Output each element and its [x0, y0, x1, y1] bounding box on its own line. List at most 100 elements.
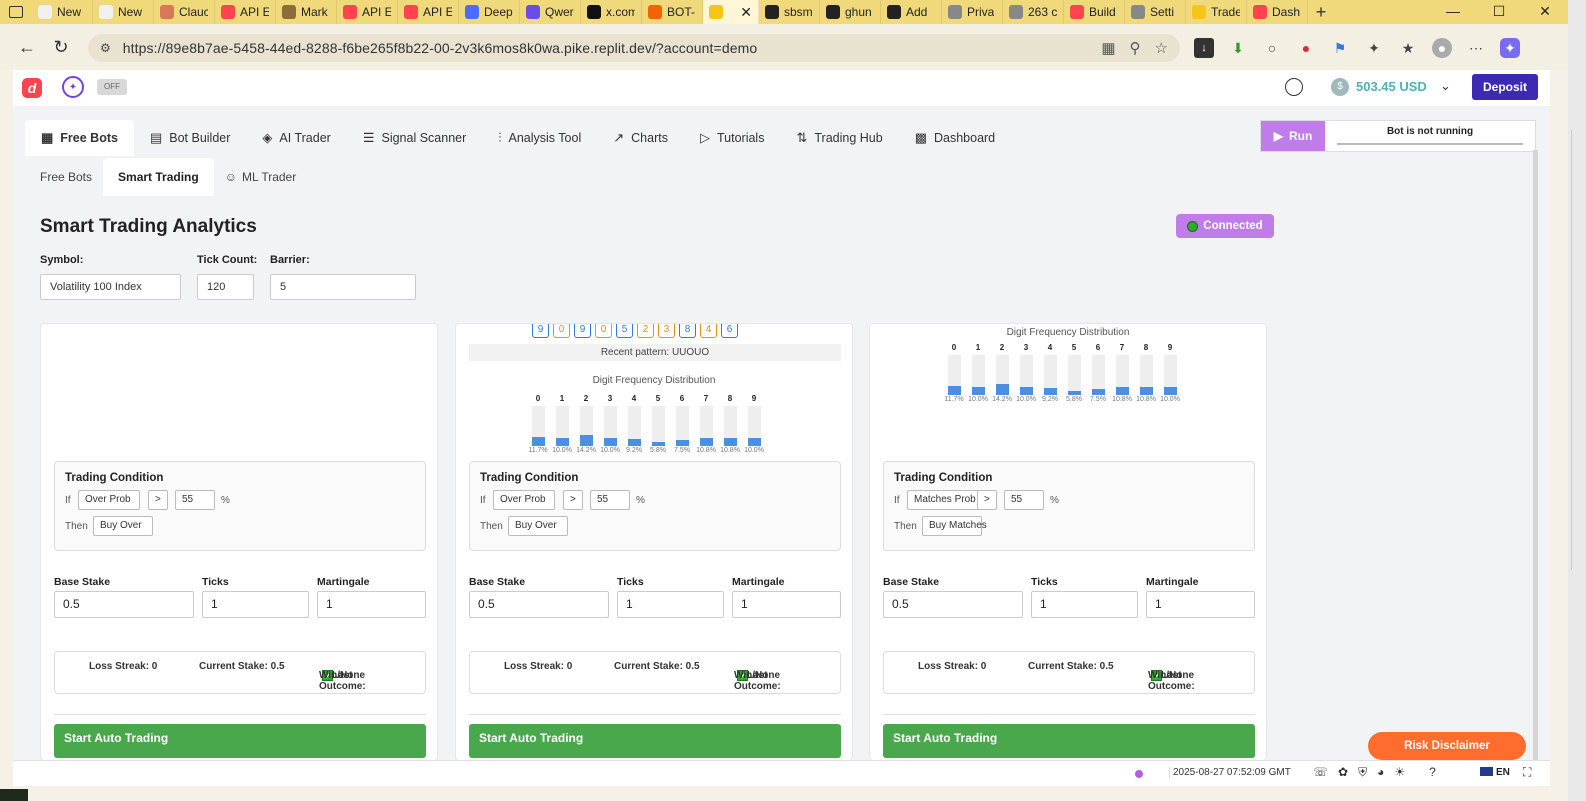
maximize-icon[interactable]: ☐	[1476, 0, 1522, 24]
language-selector[interactable]: EN	[1480, 767, 1510, 778]
download-arrow-icon[interactable]: ⬇	[1228, 38, 1248, 58]
close-window-icon[interactable]: ✕	[1522, 0, 1568, 24]
minimize-icon[interactable]: —	[1430, 0, 1476, 24]
account-icon[interactable]	[1285, 78, 1303, 96]
ticks-input[interactable]: 1	[617, 591, 724, 618]
subtab-free-bots[interactable]: Free Bots	[29, 158, 103, 196]
browser-tab[interactable]: ✕	[703, 0, 759, 24]
browser-tab[interactable]: New	[93, 0, 154, 24]
chevron-down-icon[interactable]: ⌄	[1440, 78, 1451, 94]
browser-tab[interactable]: API E	[337, 0, 398, 24]
operator-select[interactable]: >	[563, 490, 583, 510]
extension-icon[interactable]: ○	[1262, 38, 1282, 58]
subtab-ml-trader[interactable]: ☺ ML Trader	[214, 158, 308, 196]
start-auto-trading-button[interactable]: Start Auto Trading	[469, 724, 841, 758]
action-select[interactable]: Buy Over	[93, 516, 153, 536]
action-select[interactable]: Buy Over	[508, 516, 568, 536]
tab-dashboard[interactable]: ▩ Dashboard	[899, 120, 1011, 156]
gift-icon[interactable]: ✿	[1338, 765, 1348, 780]
tab-signal-scanner[interactable]: ☰ Signal Scanner	[347, 120, 482, 156]
theme-icon[interactable]: ☀	[1394, 765, 1405, 780]
browser-tab[interactable]: sbsm	[759, 0, 820, 24]
threshold-input[interactable]: 55	[175, 490, 215, 510]
tab-trading-hub[interactable]: ⇅ Trading Hub	[780, 120, 898, 156]
subtab-smart-trading[interactable]: Smart Trading	[103, 158, 214, 196]
browser-tab[interactable]: Clauc	[154, 0, 215, 24]
new-tab-button[interactable]: +	[1308, 2, 1334, 23]
compass-icon[interactable]: ✦	[62, 76, 84, 98]
risk-disclaimer-button[interactable]: Risk Disclaimer	[1368, 732, 1526, 760]
puzzle-extensions-icon[interactable]: ✦	[1364, 38, 1384, 58]
browser-tab[interactable]: Trade	[1186, 0, 1247, 24]
back-icon[interactable]: ←	[10, 37, 44, 58]
browser-tab[interactable]: API E	[398, 0, 459, 24]
app-available-icon[interactable]: ▦	[1101, 39, 1115, 57]
red-extension-icon[interactable]: ●	[1296, 38, 1316, 58]
zoom-icon[interactable]: ⚲	[1130, 39, 1141, 57]
speed-icon[interactable]: ◕	[1377, 765, 1384, 780]
martingale-input[interactable]: 1	[1146, 591, 1255, 618]
browser-tab[interactable]: API E	[215, 0, 276, 24]
browser-tab[interactable]: Deep	[459, 0, 520, 24]
copilot-icon[interactable]: ✦	[1500, 38, 1520, 58]
scrollbar[interactable]	[1533, 150, 1538, 770]
ticks-input[interactable]: 1	[202, 591, 309, 618]
browser-tab[interactable]: Setti	[1125, 0, 1186, 24]
balance-text[interactable]: 503.45 USD	[1356, 79, 1427, 94]
barrier-input[interactable]: 5	[270, 274, 416, 300]
base-stake-input[interactable]: 0.5	[54, 591, 194, 618]
tab-tutorials[interactable]: ▷ Tutorials	[684, 120, 780, 156]
browser-tab[interactable]: Build	[1064, 0, 1125, 24]
tab-actions-icon[interactable]	[0, 0, 32, 24]
tab-ai-trader[interactable]: ◈ AI Trader	[246, 120, 346, 156]
download-ext-icon[interactable]: ↓	[1194, 38, 1214, 58]
action-select[interactable]: Buy Matches	[922, 516, 987, 536]
operator-select[interactable]: >	[148, 490, 168, 510]
more-menu-icon[interactable]: ⋯	[1466, 38, 1486, 58]
browser-tab[interactable]: Mark	[276, 0, 337, 24]
operator-select[interactable]: >	[977, 490, 997, 510]
condition-select[interactable]: Over Prob	[493, 490, 555, 510]
deriv-logo[interactable]: d	[22, 78, 42, 98]
threshold-input[interactable]: 55	[1004, 490, 1044, 510]
profile-icon[interactable]: ●	[1432, 38, 1452, 58]
browser-tab[interactable]: Dash	[1247, 0, 1308, 24]
url-text[interactable]: https://89e8b7ae-5458-44ed-8288-f6be265f…	[123, 40, 757, 56]
start-auto-trading-button[interactable]: Start Auto Trading	[883, 724, 1255, 758]
favorites-icon[interactable]: ★	[1398, 38, 1418, 58]
browser-tab[interactable]: x.com	[581, 0, 642, 24]
condition-select[interactable]: Matches Prob	[907, 490, 983, 510]
help-icon[interactable]: ?	[1429, 765, 1436, 780]
translate-icon[interactable]: ⚑	[1330, 38, 1350, 58]
whatsapp-icon[interactable]: ☏	[1313, 765, 1328, 780]
condition-select[interactable]: Over Prob	[78, 490, 140, 510]
tab-analysis-tool[interactable]: ⫶ Analysis Tool	[482, 120, 597, 156]
deposit-button[interactable]: Deposit	[1472, 74, 1538, 100]
ticks-input[interactable]: 1	[1031, 591, 1138, 618]
browser-tab[interactable]: Qwer	[520, 0, 581, 24]
browser-tab[interactable]: 263 c	[1003, 0, 1064, 24]
browser-tab[interactable]: ghun	[820, 0, 881, 24]
base-stake-input[interactable]: 0.5	[883, 591, 1023, 618]
browser-tab[interactable]: Add	[881, 0, 942, 24]
run-button[interactable]: ▶ Run	[1261, 121, 1325, 151]
threshold-input[interactable]: 55	[590, 490, 630, 510]
browser-tab[interactable]: New	[32, 0, 93, 24]
base-stake-input[interactable]: 0.5	[469, 591, 609, 618]
tab-free-bots[interactable]: ▦ Free Bots	[25, 120, 134, 156]
address-bar[interactable]: ⚙ https://89e8b7ae-5458-44ed-8288-f6be26…	[88, 34, 1180, 62]
martingale-input[interactable]: 1	[317, 591, 426, 618]
browser-tab[interactable]: Priva	[942, 0, 1003, 24]
tab-charts[interactable]: ↗ Charts	[597, 120, 684, 156]
martingale-input[interactable]: 1	[732, 591, 841, 618]
tab-bot-builder[interactable]: ▤ Bot Builder	[134, 120, 246, 156]
shield-icon[interactable]: ⛨	[1358, 765, 1367, 780]
off-badge[interactable]: OFF	[97, 79, 127, 95]
start-auto-trading-button[interactable]: Start Auto Trading	[54, 724, 426, 758]
fullscreen-icon[interactable]: ⛶	[1523, 765, 1531, 780]
refresh-icon[interactable]: ↻	[44, 37, 78, 58]
browser-tab[interactable]: BOT-	[642, 0, 703, 24]
symbol-select[interactable]: Volatility 100 Index	[40, 274, 181, 300]
favorite-star-icon[interactable]: ☆	[1155, 39, 1168, 57]
tab-close-icon[interactable]: ✕	[740, 4, 752, 21]
